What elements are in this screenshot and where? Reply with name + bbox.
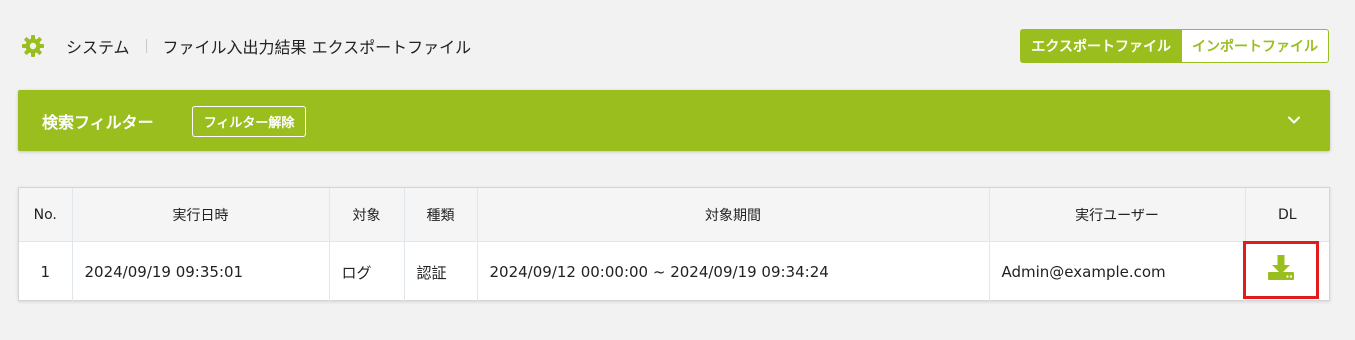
column-header-period[interactable]: 対象期間: [477, 188, 990, 242]
header-bar: システム ファイル入出力結果 エクスポートファイル エクスポートファイル インポ…: [20, 29, 1329, 63]
chevron-down-icon[interactable]: [1286, 112, 1302, 128]
gear-icon: [20, 33, 46, 59]
tab-import-files[interactable]: インポートファイル: [1182, 29, 1329, 63]
search-filter-panel[interactable]: 検索フィルター フィルター解除: [18, 90, 1330, 151]
cell-no: 1: [19, 241, 73, 302]
cell-kind: 認証: [404, 241, 478, 302]
breadcrumb-separator: [145, 39, 147, 53]
table-row: 1 2024/09/19 09:35:01 ログ 認証 2024/09/12 0…: [19, 241, 1329, 303]
filter-title: 検索フィルター: [42, 112, 154, 132]
cell-user: Admin@example.com: [989, 241, 1246, 302]
column-header-no[interactable]: No.: [19, 188, 73, 242]
download-button[interactable]: [1242, 241, 1319, 299]
cell-target: ログ: [329, 241, 405, 302]
breadcrumb-root[interactable]: システム: [66, 34, 130, 58]
page-title: ファイル入出力結果 エクスポートファイル: [162, 38, 472, 57]
cell-period: 2024/09/12 00:00:00 ~ 2024/09/19 09:34:2…: [477, 241, 990, 302]
file-type-toggle: エクスポートファイル インポートファイル: [1020, 29, 1329, 63]
table-header-row: No. 実行日時 対象 種類 対象期間 実行ユーザー DL: [19, 188, 1329, 242]
results-table: No. 実行日時 対象 種類 対象期間 実行ユーザー DL 1 2024/09/…: [18, 187, 1330, 303]
column-header-executed-at[interactable]: 実行日時: [72, 188, 330, 242]
column-header-target[interactable]: 対象: [329, 188, 405, 242]
column-header-dl: DL: [1245, 188, 1329, 242]
column-header-kind[interactable]: 種類: [404, 188, 478, 242]
cell-download: [1242, 241, 1329, 303]
clear-filter-button[interactable]: フィルター解除: [191, 105, 307, 137]
column-header-user[interactable]: 実行ユーザー: [989, 188, 1246, 242]
tab-export-files[interactable]: エクスポートファイル: [1020, 29, 1182, 63]
cell-executed-at: 2024/09/19 09:35:01: [72, 241, 330, 302]
download-icon: [1266, 254, 1296, 286]
